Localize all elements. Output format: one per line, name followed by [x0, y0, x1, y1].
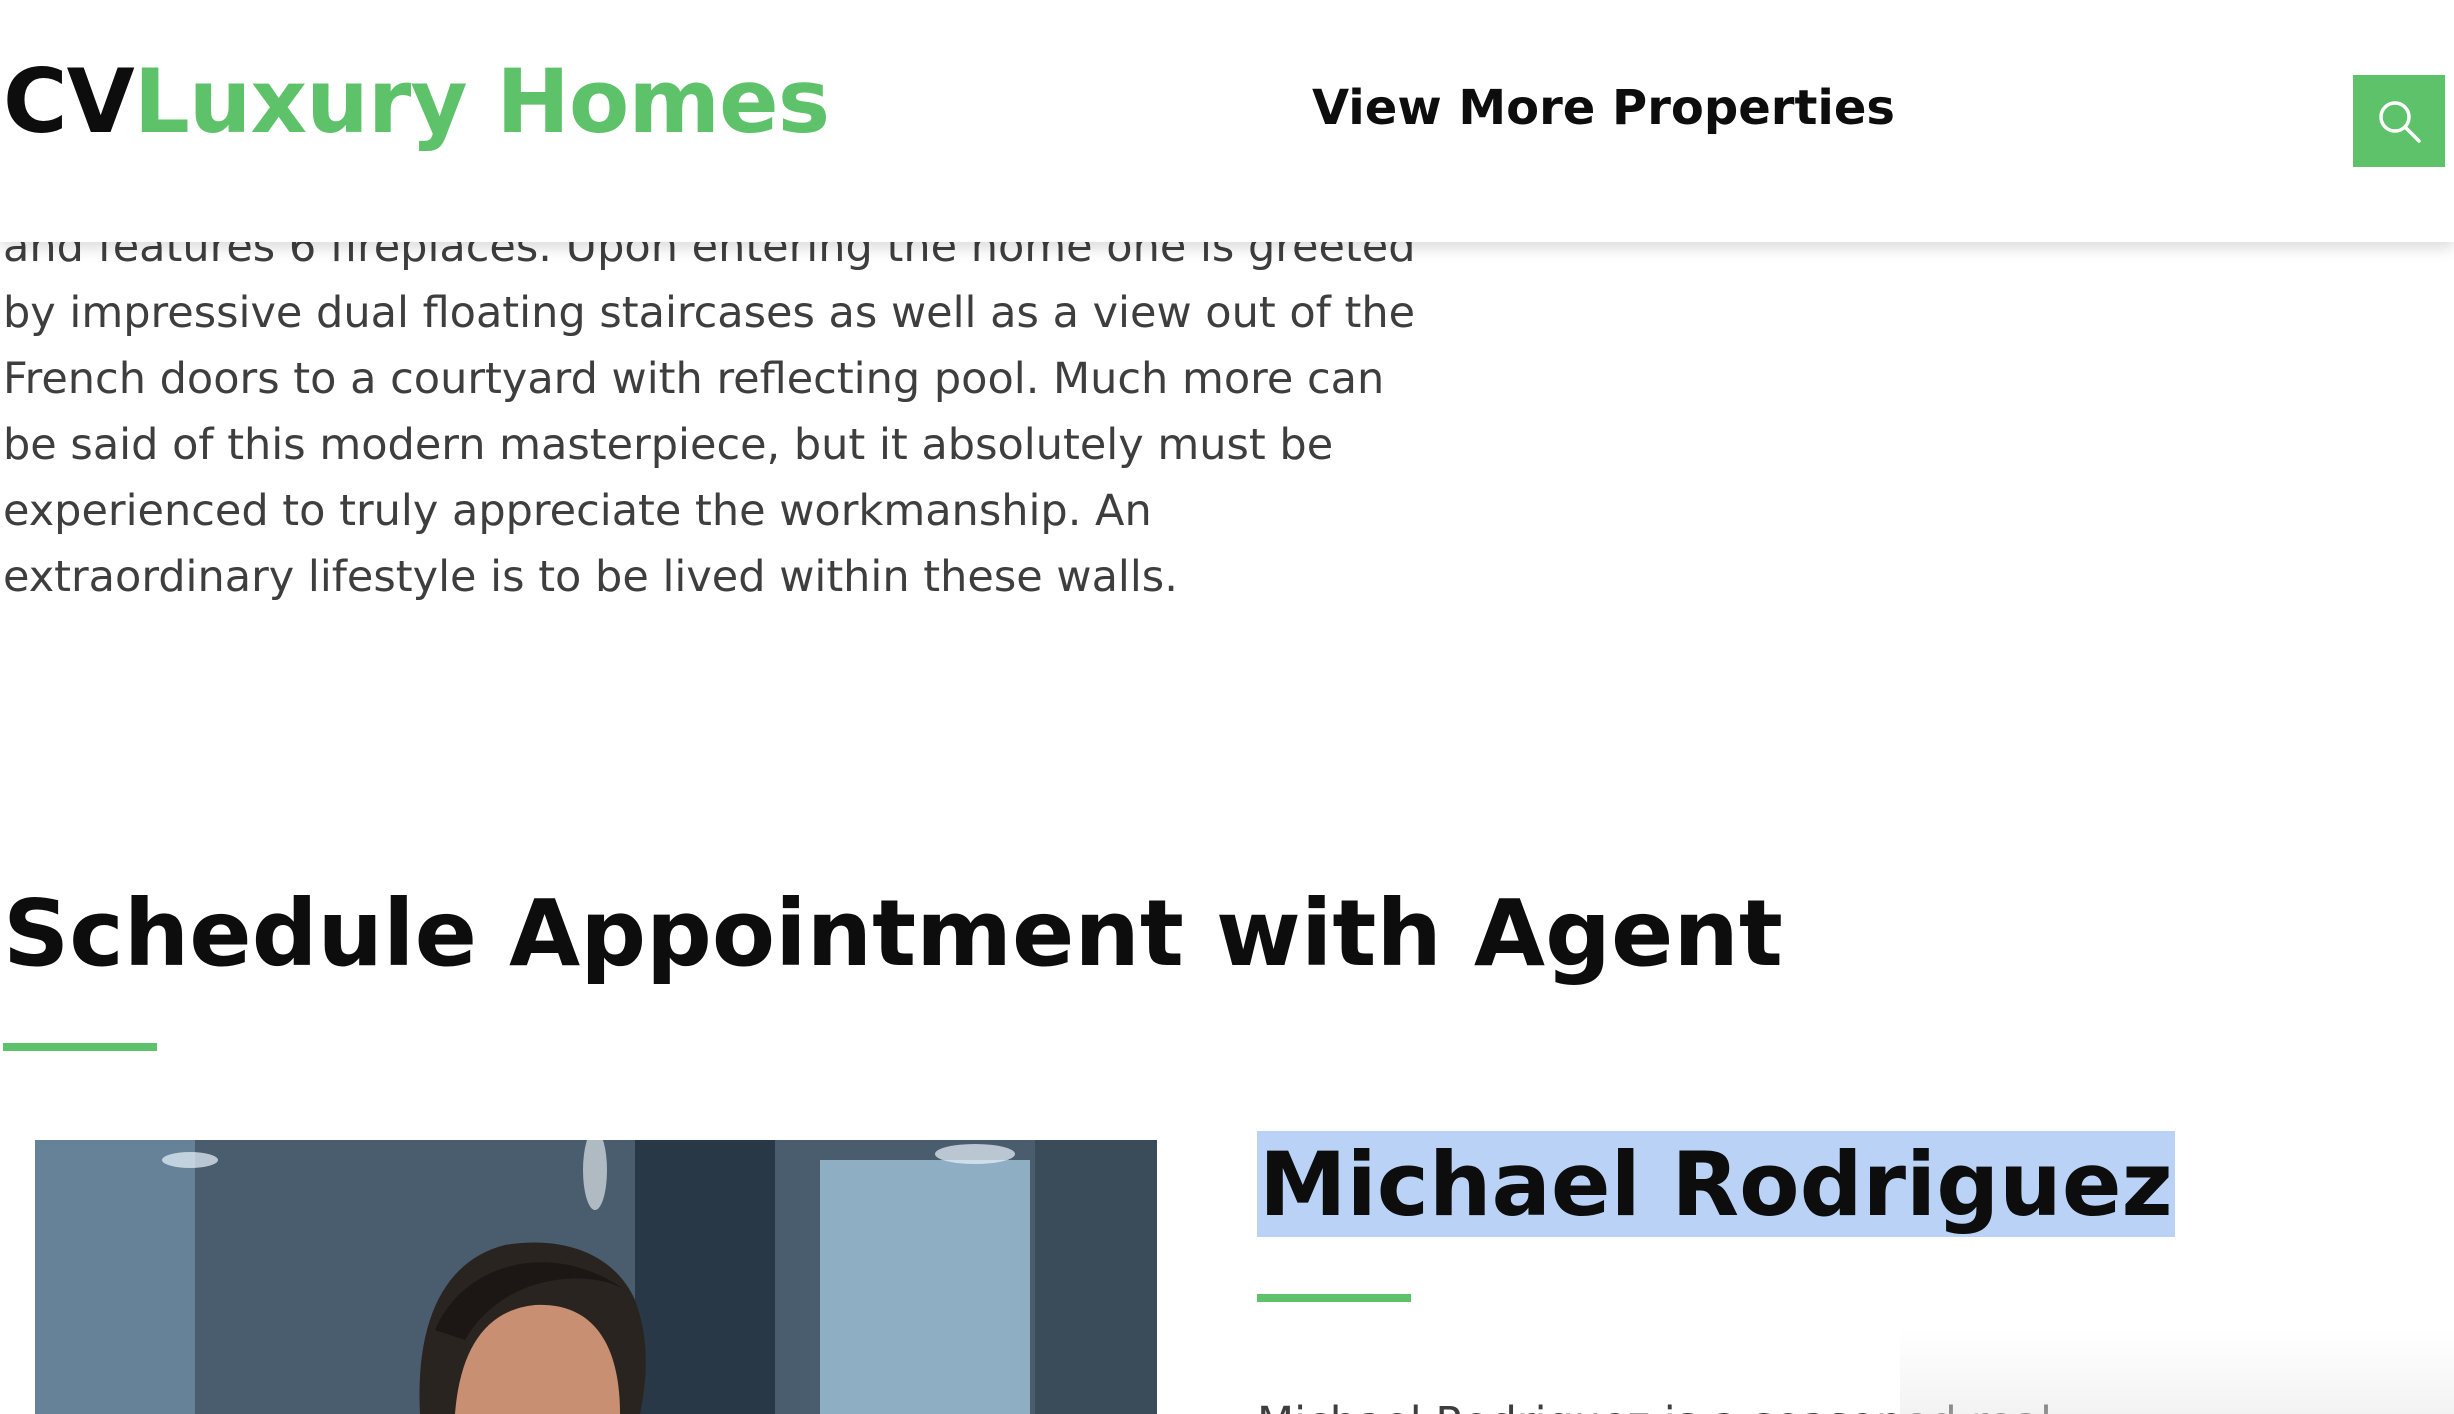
logo-prefix: CV [3, 50, 135, 153]
section-title-underline [3, 1043, 157, 1051]
search-icon [2379, 101, 2421, 143]
agent-photo [35, 1140, 1157, 1414]
agent-photo-illustration [35, 1140, 1157, 1414]
site-logo[interactable]: CVLuxury Homes [3, 58, 830, 146]
agent-name: Michael Rodriguez [1257, 1131, 2175, 1237]
property-description: and features 6 fireplaces. Upon entering… [3, 222, 1416, 602]
view-more-properties-link[interactable]: View More Properties [1312, 84, 1895, 132]
site-header: CVLuxury Homes View More Properties [0, 0, 2454, 242]
bottom-shadow [1900, 1330, 2454, 1414]
agent-name-underline [1257, 1294, 1411, 1302]
search-button[interactable] [2353, 75, 2445, 167]
logo-brand: Luxury Homes [133, 50, 830, 153]
schedule-section-title: Schedule Appointment with Agent [3, 880, 1783, 987]
